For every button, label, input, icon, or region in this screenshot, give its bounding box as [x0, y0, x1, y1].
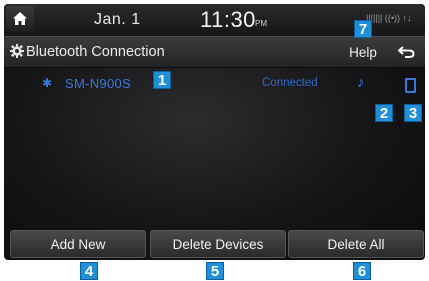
help-button[interactable]: Help — [342, 41, 384, 63]
callout-7: 7 — [354, 20, 372, 38]
audio-icon[interactable]: ♪ — [357, 74, 365, 91]
ampm-text: PM — [255, 19, 267, 28]
clock-text: 11:30 — [200, 7, 256, 32]
gear-icon — [10, 44, 24, 58]
date-text: Jan. 1 — [94, 11, 141, 28]
bottom-button-bar: Add New Delete Devices Delete All — [4, 229, 425, 260]
back-icon — [398, 46, 415, 58]
add-new-button[interactable]: Add New — [10, 230, 146, 258]
delete-devices-button[interactable]: Delete Devices — [150, 230, 286, 258]
callout-6: 6 — [353, 262, 371, 280]
page-title: Bluetooth Connection — [26, 44, 165, 60]
callout-2: 2 — [375, 104, 393, 122]
callout-1: 1 — [153, 71, 171, 89]
delete-all-button[interactable]: Delete All — [288, 230, 424, 258]
callout-3: 3 — [404, 104, 422, 122]
home-icon — [13, 12, 27, 25]
home-button[interactable] — [6, 6, 34, 32]
bluetooth-icon: ✱ — [42, 76, 53, 90]
infotainment-screen: Jan. 1 11:30 PM ||||||| ((•)) ↑↓ Bluetoo… — [4, 4, 425, 260]
connection-status: Connected — [262, 77, 318, 89]
back-button[interactable] — [392, 41, 422, 63]
device-list-item[interactable]: ✱ SM-N900S Connected ♪ — [4, 70, 425, 100]
status-icons: ||||||| ((•)) ↑↓ — [366, 13, 412, 23]
phone-icon[interactable] — [405, 78, 416, 93]
callout-5: 5 — [206, 262, 224, 280]
title-bar: Bluetooth Connection Help — [4, 36, 425, 68]
callout-4: 4 — [80, 262, 98, 280]
device-name: SM-N900S — [65, 76, 131, 91]
